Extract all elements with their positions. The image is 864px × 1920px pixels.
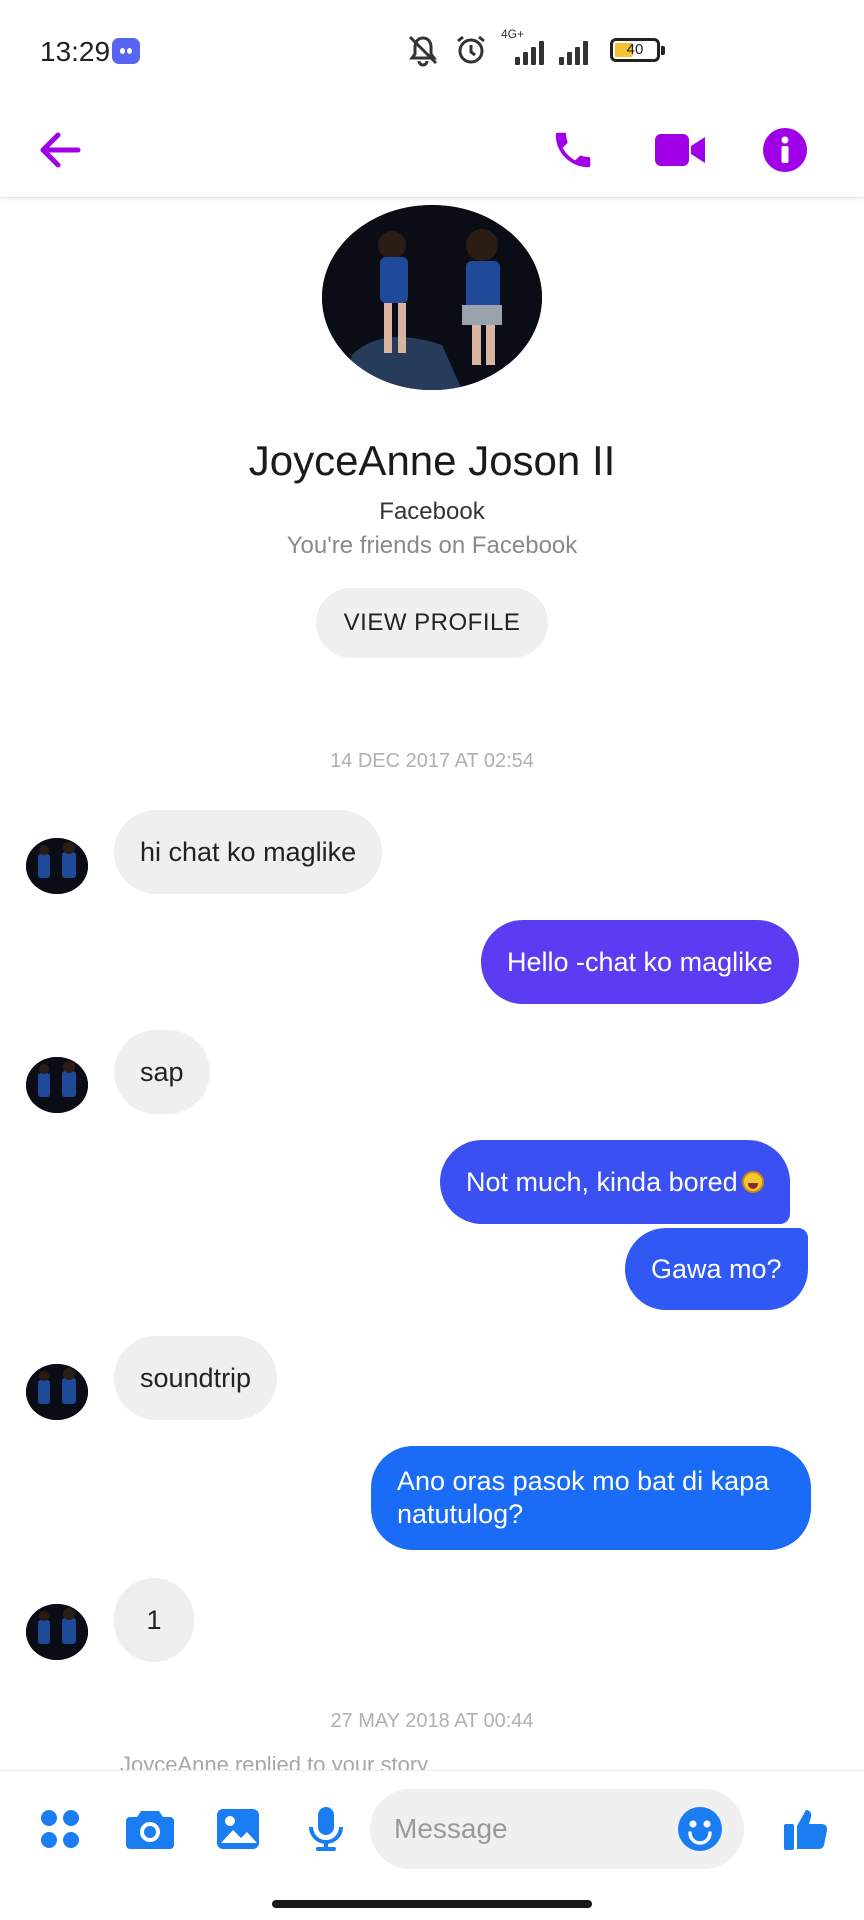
emoji-button[interactable] <box>672 1801 728 1857</box>
thumbs-up-icon <box>784 1810 828 1850</box>
status-time: 13:29 <box>40 36 111 67</box>
more-actions-button[interactable] <box>30 1799 90 1859</box>
arrow-left-icon <box>40 132 81 168</box>
message-sent[interactable]: Gawa mo? <box>625 1228 808 1310</box>
timestamp: 14 DEC 2017 AT 02:54 <box>330 750 534 772</box>
story-reply-note: JoyceAnne replied to your story <box>120 1752 429 1772</box>
call-button[interactable] <box>543 120 603 180</box>
battery-level: 40 <box>626 41 644 58</box>
profile-network: Facebook <box>379 498 485 525</box>
message-received[interactable]: soundtrip <box>114 1336 278 1420</box>
four-dots-icon <box>41 1810 79 1848</box>
signal-icon <box>559 35 588 65</box>
video-call-button[interactable] <box>650 120 710 180</box>
status-icons: 4G+ 40 <box>405 27 665 72</box>
status-bar: 13:29 4G+ 40 <box>0 0 864 100</box>
bell-off-icon <box>408 35 438 67</box>
message-sent[interactable]: Ano oras pasok mo bat di kapa natutulog? <box>371 1446 811 1550</box>
message-received[interactable]: hi chat ko maglike <box>114 810 383 894</box>
message-received[interactable]: sap <box>114 1030 210 1114</box>
avatar[interactable] <box>26 838 88 894</box>
conversation-header <box>0 100 864 198</box>
back-button[interactable] <box>30 120 90 180</box>
discord-icon <box>112 38 140 64</box>
video-camera-icon <box>655 134 705 166</box>
view-profile-button[interactable]: VIEW PROFILE <box>316 588 548 658</box>
gallery-button[interactable] <box>208 1799 268 1859</box>
message-sent[interactable]: Not much, kinda bored <box>440 1140 790 1224</box>
message-sent[interactable]: Hello -chat ko maglike <box>481 920 799 1004</box>
camera-icon <box>126 1811 174 1849</box>
like-button[interactable] <box>776 1799 836 1859</box>
message-input-wrapper <box>370 1789 744 1869</box>
avatar[interactable] <box>26 1604 88 1660</box>
home-indicator <box>272 1900 592 1908</box>
microphone-icon <box>309 1807 343 1851</box>
message-received[interactable]: 1 <box>114 1578 194 1662</box>
signal-4g-icon: 4G+ <box>501 27 547 65</box>
info-icon <box>763 128 807 172</box>
info-button[interactable] <box>755 120 815 180</box>
network-type: 4G+ <box>501 27 525 41</box>
friendship-status: You're friends on Facebook <box>286 532 578 559</box>
voice-button[interactable] <box>296 1799 356 1859</box>
battery-icon: 40 <box>610 38 665 62</box>
phone-icon <box>555 132 591 168</box>
camera-button[interactable] <box>120 1799 180 1859</box>
grinning-face-with-tongue-emoji <box>741 1171 764 1193</box>
avatar[interactable] <box>26 1057 88 1113</box>
image-icon <box>217 1809 259 1849</box>
smiley-icon <box>678 1807 722 1851</box>
message-input[interactable] <box>394 1789 654 1869</box>
message-text: Not much, kinda bored <box>466 1166 738 1197</box>
alarm-icon <box>457 35 485 64</box>
avatar[interactable] <box>26 1364 88 1420</box>
message-composer <box>0 1770 864 1882</box>
timestamp: 27 MAY 2018 AT 00:44 <box>330 1710 534 1732</box>
profile-photo[interactable] <box>322 205 542 390</box>
profile-name: JoyceAnne Joson II <box>248 437 616 484</box>
